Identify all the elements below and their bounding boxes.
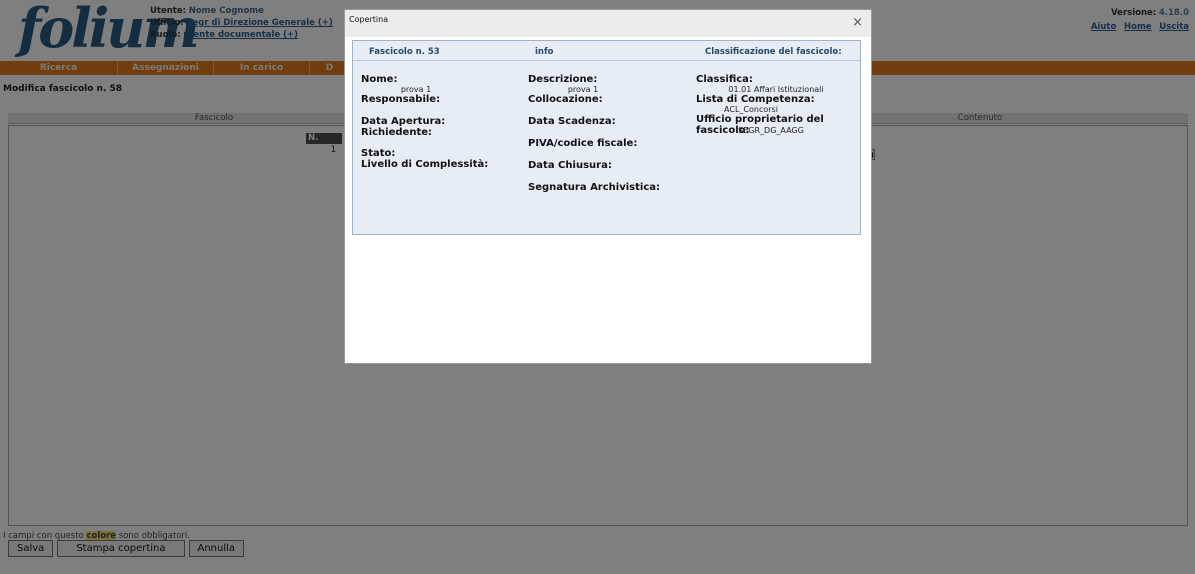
livello-complessita-label: Livello di Complessità: [361, 159, 489, 170]
data-chiusura-label: Data Chiusura: [528, 160, 612, 171]
classification-heading: Classificazione del fascicolo: [705, 47, 842, 57]
dialog-title: Copertina [349, 15, 389, 24]
cover-dialog: Copertina × Fascicolo n. 53 info Classif… [344, 9, 872, 364]
close-icon[interactable]: × [852, 16, 863, 30]
lista-competenza-label: Lista di Competenza: [696, 94, 815, 105]
segnatura-archivistica-label: Segnatura Archivistica: [528, 182, 660, 193]
descrizione-value: prova 1 [567, 85, 599, 94]
fascicolo-number: Fascicolo n. 53 [369, 47, 440, 57]
data-apertura-label: Data Apertura: [361, 116, 446, 127]
cover-column-info: Descrizione: prova 1 Collocazione: Data … [528, 74, 688, 193]
descrizione-label: Descrizione: [528, 74, 598, 85]
classifica-label: Classifica: [696, 74, 753, 85]
nome-label: Nome: [361, 74, 398, 85]
ufficio-proprietario-label: Ufficio proprietario del [696, 114, 824, 125]
richiedente-label: Richiedente: [361, 127, 433, 138]
cover-sheet: Fascicolo n. 53 info Classificazione del… [352, 40, 861, 235]
cover-column-classification: Classifica: 01.01 Affari Istituzionali L… [696, 74, 856, 136]
collocazione-label: Collocazione: [528, 94, 603, 105]
data-scadenza-label: Data Scadenza: [528, 116, 616, 127]
classifica-value: 01.01 Affari Istituzionali [728, 85, 824, 94]
nome-value: prova 1 [400, 85, 432, 94]
lista-competenza-value: ACL_Concorsi [724, 105, 778, 114]
piva-label: PIVA/codice fiscale: [528, 138, 638, 149]
responsabile-label: Responsabile: [361, 94, 441, 105]
info-heading: info [535, 47, 554, 57]
stato-label: Stato: [361, 148, 396, 159]
cover-header: Fascicolo n. 53 info Classificazione del… [353, 41, 860, 61]
dialog-title-bar[interactable]: Copertina × [345, 10, 871, 37]
cover-column-main: Nome: prova 1 Responsabile: Data Apertur… [361, 74, 521, 170]
